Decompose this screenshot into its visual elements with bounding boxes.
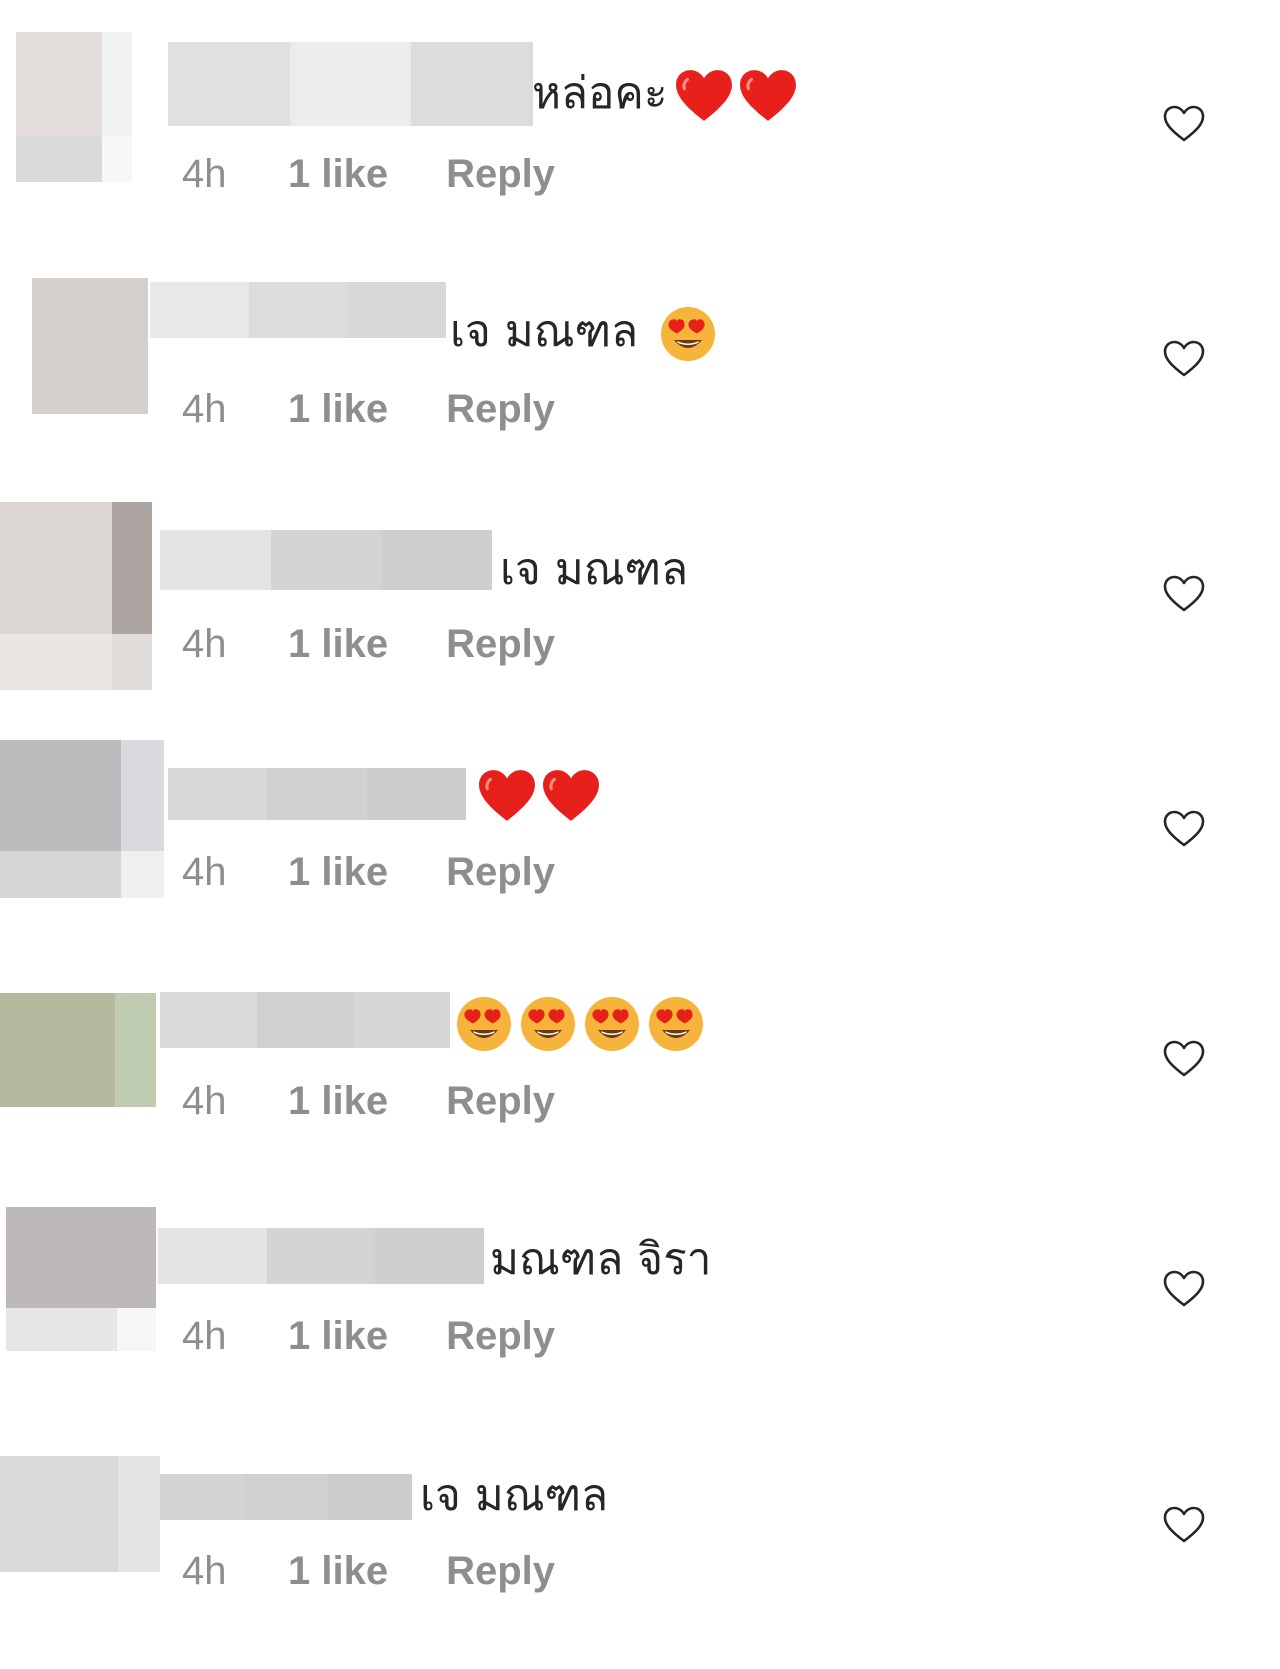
reply-button[interactable]: Reply bbox=[446, 622, 555, 667]
avatar[interactable] bbox=[0, 740, 164, 898]
username-blurred[interactable] bbox=[160, 530, 493, 590]
reply-button[interactable]: Reply bbox=[446, 1549, 555, 1594]
username-blurred[interactable] bbox=[150, 282, 447, 338]
comment-time: 4h bbox=[182, 1313, 227, 1358]
comment-time: 4h bbox=[182, 386, 227, 431]
username-blurred[interactable] bbox=[168, 768, 466, 820]
avatar[interactable] bbox=[32, 278, 148, 414]
comment-text bbox=[456, 992, 704, 1052]
red-heart-emoji bbox=[542, 768, 599, 824]
red-heart-emoji bbox=[739, 68, 797, 124]
comment-time: 4h bbox=[182, 1548, 227, 1593]
heart-outline-icon[interactable] bbox=[1162, 1039, 1206, 1079]
comment-time: 4h bbox=[182, 621, 227, 666]
comment-body: เจ มณฑล bbox=[420, 1470, 609, 1521]
comment-text: หล่อคะ bbox=[532, 64, 797, 124]
comment-text: เจ มณฑล bbox=[450, 302, 716, 362]
red-heart-emoji bbox=[675, 68, 733, 124]
comment-text bbox=[478, 764, 599, 824]
red-heart-emoji bbox=[478, 768, 535, 824]
comment-meta: 4h 1 like Reply bbox=[182, 1310, 555, 1362]
comment-body: เจ มณฑล bbox=[450, 306, 639, 357]
avatar[interactable] bbox=[0, 502, 152, 690]
heart-eyes-emoji bbox=[584, 996, 640, 1052]
comment-time: 4h bbox=[182, 849, 227, 894]
heart-eyes-emoji bbox=[660, 306, 716, 362]
comment-likes-count[interactable]: 1 like bbox=[288, 387, 388, 432]
avatar[interactable] bbox=[0, 993, 156, 1107]
comment-likes-count[interactable]: 1 like bbox=[288, 1314, 388, 1359]
comment-text: มณฑล จิรา bbox=[490, 1230, 711, 1290]
reply-button[interactable]: Reply bbox=[446, 152, 555, 197]
username-blurred[interactable] bbox=[160, 1474, 412, 1520]
heart-outline-icon[interactable] bbox=[1162, 574, 1206, 614]
comment-meta: 4h 1 like Reply bbox=[182, 383, 555, 435]
comment-body: เจ มณฑล bbox=[500, 544, 689, 595]
comment-text: เจ มณฑล bbox=[500, 540, 688, 600]
comment-meta: 4h 1 like Reply bbox=[182, 1545, 555, 1597]
username-blurred[interactable] bbox=[160, 992, 451, 1048]
heart-outline-icon[interactable] bbox=[1162, 809, 1206, 849]
comment-likes-count[interactable]: 1 like bbox=[288, 152, 388, 197]
username-blurred[interactable] bbox=[158, 1228, 485, 1284]
comment-time: 4h bbox=[182, 1078, 227, 1123]
comment-body: มณฑล จิรา bbox=[490, 1234, 712, 1285]
comment-likes-count[interactable]: 1 like bbox=[288, 850, 388, 895]
heart-eyes-emoji bbox=[456, 996, 512, 1052]
comment-meta: 4h 1 like Reply bbox=[182, 846, 555, 898]
comment-time: 4h bbox=[182, 151, 227, 196]
username-blurred[interactable] bbox=[168, 42, 534, 126]
comment-likes-count[interactable]: 1 like bbox=[288, 1549, 388, 1594]
comment-likes-count[interactable]: 1 like bbox=[288, 622, 388, 667]
comment-body: หล่อคะ bbox=[532, 68, 668, 119]
reply-button[interactable]: Reply bbox=[446, 1314, 555, 1359]
heart-outline-icon[interactable] bbox=[1162, 1505, 1206, 1545]
avatar[interactable] bbox=[6, 1207, 156, 1351]
reply-button[interactable]: Reply bbox=[446, 1079, 555, 1124]
comment-meta: 4h 1 like Reply bbox=[182, 148, 555, 200]
heart-eyes-emoji bbox=[648, 996, 704, 1052]
avatar[interactable] bbox=[16, 32, 132, 182]
heart-outline-icon[interactable] bbox=[1162, 104, 1206, 144]
comment-meta: 4h 1 like Reply bbox=[182, 618, 555, 670]
comment-likes-count[interactable]: 1 like bbox=[288, 1079, 388, 1124]
reply-button[interactable]: Reply bbox=[446, 850, 555, 895]
comment-meta: 4h 1 like Reply bbox=[182, 1075, 555, 1127]
heart-outline-icon[interactable] bbox=[1162, 1269, 1206, 1309]
reply-button[interactable]: Reply bbox=[446, 387, 555, 432]
avatar[interactable] bbox=[0, 1456, 160, 1572]
comment-text: เจ มณฑล bbox=[420, 1466, 608, 1526]
heart-outline-icon[interactable] bbox=[1162, 339, 1206, 379]
heart-eyes-emoji bbox=[520, 996, 576, 1052]
